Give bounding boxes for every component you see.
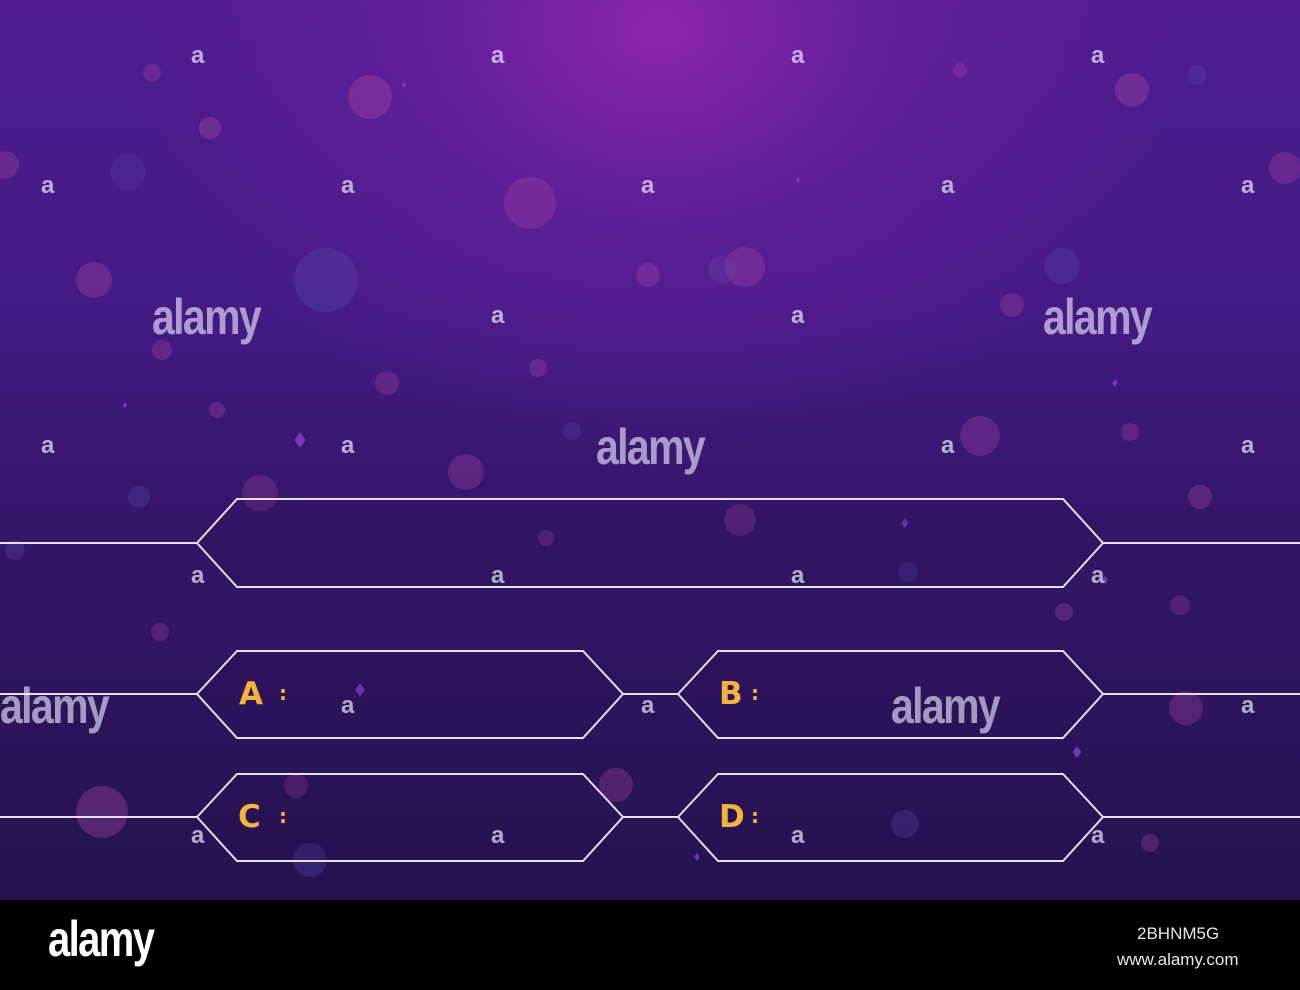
answer-box-c[interactable] [195,773,625,862]
footer-image-code: 2BHNM5G [1137,924,1220,943]
watermark-mark: a [1091,822,1105,849]
answer-letter-a: A [239,676,263,712]
watermark-logo: alamy [596,419,706,475]
watermark-mark: a [341,692,355,719]
footer-site-url: www.alamy.com [1117,950,1239,969]
watermark-mark: a [491,42,505,69]
watermark-logo: alamy [152,289,262,345]
watermark-mark: a [641,172,655,199]
watermark-mark: a [491,562,505,589]
watermark-mark: a [341,432,355,459]
watermark-logo: alamy [891,678,1001,734]
watermark-mark: a [191,822,205,849]
answer-sep-d: : [751,804,759,828]
watermark-mark: a [191,562,205,589]
watermark-mark: a [491,302,505,329]
stock-footer-bar: alamy 2BHNM5G www.alamy.com [0,900,1300,990]
watermark-mark: a [1241,432,1255,459]
watermark-mark: a [941,172,955,199]
footer-brand-logo: alamy [48,911,155,967]
watermark-mark: a [641,692,655,719]
watermark-mark: a [41,432,55,459]
watermark-mark: a [1241,172,1255,199]
answer-sep-c: : [279,804,287,828]
watermark-mark: a [341,172,355,199]
answer-letter-c: C [238,799,261,835]
watermark-mark: a [791,822,805,849]
answer-sep-a: : [279,681,287,705]
watermark-mark: a [191,42,205,69]
watermark-logo: alamy [1043,289,1153,345]
watermark-mark: a [491,822,505,849]
watermark-mark: a [1091,562,1105,589]
watermark-mark: a [791,562,805,589]
answer-sep-b: : [751,681,759,705]
watermark-mark: a [1241,692,1255,719]
question-text [260,526,1040,560]
watermark-mark: a [41,172,55,199]
quiz-board: A : B : C : D : alamy alamy alamy alamy … [0,0,1300,900]
watermark-logo: alamy [0,678,110,734]
watermark-mark: a [791,42,805,69]
watermark-mark: a [1091,42,1105,69]
watermark-mark: a [941,432,955,459]
answer-letter-d: D [719,799,745,835]
answer-letter-b: B [719,676,743,712]
watermark-mark: a [791,302,805,329]
